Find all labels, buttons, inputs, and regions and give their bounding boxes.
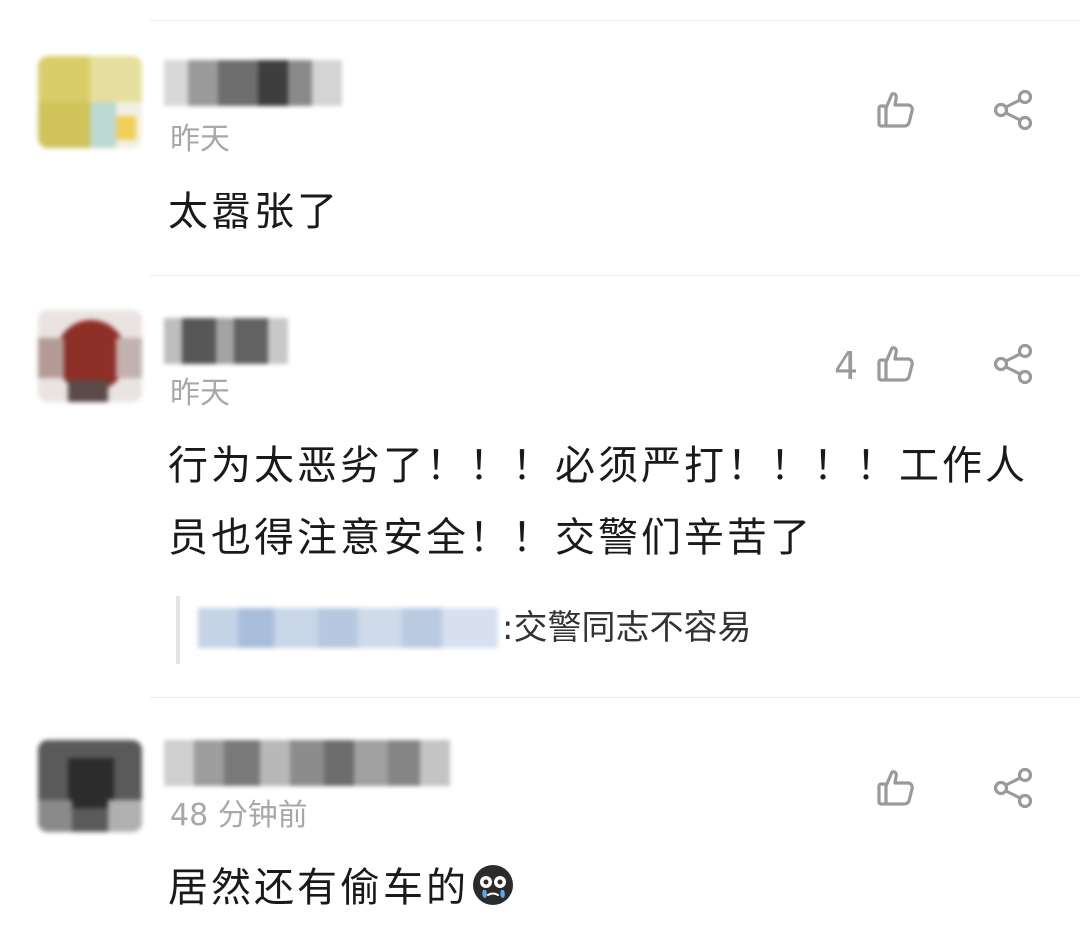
thumbs-up-icon[interactable] bbox=[874, 88, 918, 132]
reply-text: :交警同志不容易 bbox=[502, 608, 752, 648]
comment-text-row: 居然还有偷车的 bbox=[168, 852, 1048, 924]
comment-time: 昨天 bbox=[170, 376, 230, 411]
share-icon[interactable] bbox=[992, 766, 1036, 810]
share-icon[interactable] bbox=[992, 342, 1036, 386]
comment-time: 昨天 bbox=[170, 122, 230, 157]
avatar[interactable] bbox=[38, 56, 142, 148]
comment-divider bbox=[150, 275, 1080, 276]
comment-text: 居然还有偷车的 bbox=[168, 865, 469, 911]
avatar[interactable] bbox=[38, 310, 142, 402]
reply-quote[interactable]: :交警同志不容易 bbox=[176, 596, 1036, 664]
avatar[interactable] bbox=[38, 740, 142, 832]
thumbs-up-icon[interactable] bbox=[874, 342, 918, 386]
comment-text: 太嚣张了 bbox=[168, 189, 340, 235]
like-count: 4 bbox=[834, 344, 859, 388]
comment-text: 行为太恶劣了！！！必须严打！！！！工作人员也得注意安全！！交警们辛苦了 bbox=[168, 443, 1028, 561]
comment-time: 48 分钟前 bbox=[170, 798, 308, 833]
crying-face-emoji bbox=[471, 858, 515, 905]
username[interactable] bbox=[164, 318, 288, 364]
share-icon[interactable] bbox=[992, 88, 1036, 132]
reply-bar bbox=[176, 596, 180, 664]
top-divider bbox=[150, 20, 1080, 21]
username[interactable] bbox=[164, 740, 450, 786]
comment-divider bbox=[150, 697, 1080, 698]
reply-username[interactable] bbox=[198, 608, 498, 648]
thumbs-up-icon[interactable] bbox=[874, 766, 918, 810]
username[interactable] bbox=[164, 60, 342, 106]
